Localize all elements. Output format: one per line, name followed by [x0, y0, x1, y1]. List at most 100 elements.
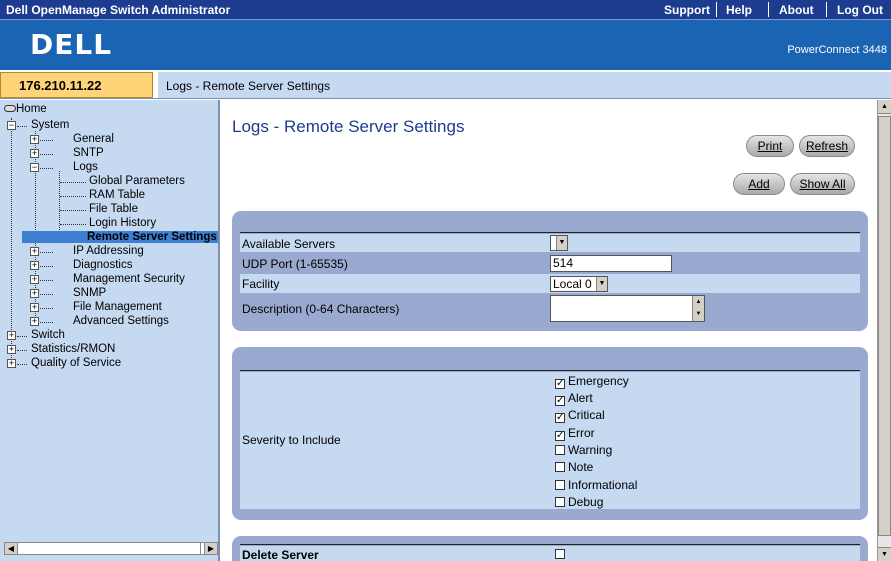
tree-item-management-security[interactable]: Management Security — [73, 273, 185, 285]
tree-item-quality-of-service[interactable]: Quality of Service — [31, 357, 121, 369]
tree-item-ram-table[interactable]: RAM Table — [89, 189, 145, 201]
expand-icon[interactable]: + — [30, 303, 39, 312]
expand-icon[interactable]: + — [30, 275, 39, 284]
severity-alert[interactable]: ✓ Alert — [555, 391, 593, 406]
textarea-scrollbar[interactable]: ▲ ▼ — [692, 296, 704, 321]
tree-line — [40, 168, 53, 169]
tree-item-diagnostics[interactable]: Diagnostics — [73, 259, 132, 271]
scroll-down-icon[interactable]: ▼ — [878, 547, 891, 561]
top-bar: Dell OpenManage Switch Administrator Sup… — [0, 0, 891, 19]
dropdown-arrow-icon: ▼ — [556, 236, 567, 250]
tree-item-logs[interactable]: Logs — [73, 161, 98, 173]
description-row: Description (0-64 Characters) ▲ ▼ — [240, 294, 860, 322]
tree-item-advanced-settings[interactable]: Advanced Settings — [73, 315, 169, 327]
tree-item-sntp[interactable]: SNTP — [73, 147, 104, 159]
support-link[interactable]: Support — [664, 3, 710, 17]
tree-item-file-table[interactable]: File Table — [89, 203, 138, 215]
breadcrumb-text: Logs - Remote Server Settings — [166, 79, 331, 93]
tree-item-home[interactable]: Home — [4, 103, 47, 115]
help-link[interactable]: Help — [726, 3, 752, 17]
tree-item-login-history[interactable]: Login History — [89, 217, 156, 229]
severity-note[interactable]: Note — [555, 460, 593, 474]
available-servers-label: Available Servers — [242, 237, 336, 251]
severity-debug[interactable]: Debug — [555, 495, 603, 509]
ip-address: 176.210.11.22 — [19, 78, 102, 93]
expand-icon[interactable]: + — [30, 135, 39, 144]
checkbox[interactable]: ✓ — [555, 396, 565, 406]
print-button[interactable]: Print — [746, 135, 794, 157]
collapse-icon[interactable]: − — [30, 163, 39, 172]
severity-error[interactable]: ✓ Error — [555, 426, 595, 441]
tree-horizontal-scrollbar[interactable]: ◀ ▶ — [4, 542, 218, 555]
tree-item-switch[interactable]: Switch — [31, 329, 65, 341]
checkbox[interactable]: ✓ — [555, 431, 565, 441]
page-title: Logs - Remote Server Settings — [232, 117, 465, 136]
checkbox[interactable] — [555, 445, 565, 455]
checkbox[interactable] — [555, 480, 565, 490]
facility-row: Facility Local 0 ▼ — [240, 274, 860, 293]
scroll-thumb[interactable] — [878, 116, 891, 536]
checkbox[interactable]: ✓ — [555, 379, 565, 389]
banner: DELL PowerConnect 3448 — [0, 19, 891, 70]
logout-link[interactable]: Log Out — [837, 3, 883, 17]
separator — [716, 2, 717, 17]
tree-item-ip-addressing[interactable]: IP Addressing — [73, 245, 144, 257]
facility-select[interactable]: Local 0 ▼ — [550, 276, 608, 292]
scroll-down-icon[interactable]: ▼ — [693, 308, 704, 320]
divider — [240, 544, 860, 545]
expand-icon[interactable]: + — [7, 359, 16, 368]
tree-item-general[interactable]: General — [73, 133, 114, 145]
tree-line — [17, 336, 27, 337]
tree-item-system[interactable]: System — [31, 119, 69, 131]
delete-server-label: Delete Server — [242, 548, 319, 561]
tree-line — [60, 182, 86, 183]
about-link[interactable]: About — [779, 3, 814, 17]
expand-icon[interactable]: + — [7, 331, 16, 340]
checkbox[interactable] — [555, 497, 565, 507]
severity-warning[interactable]: Warning — [555, 443, 612, 457]
severity-emergency[interactable]: ✓ Emergency — [555, 374, 629, 389]
checkbox[interactable] — [555, 462, 565, 472]
expand-icon[interactable]: + — [30, 149, 39, 158]
description-textarea[interactable] — [550, 295, 705, 322]
scroll-left-icon[interactable]: ◀ — [5, 543, 18, 554]
tree-item-snmp[interactable]: SNMP — [73, 287, 106, 299]
separator — [768, 2, 769, 17]
tree-item-remote-server-settings[interactable]: Remote Server Settings — [22, 231, 218, 243]
tree-item-file-management[interactable]: File Management — [73, 301, 162, 313]
checkbox[interactable]: ✓ — [555, 413, 565, 423]
expand-icon[interactable]: + — [30, 261, 39, 270]
tree-item-global-parameters[interactable]: Global Parameters — [89, 175, 185, 187]
server-settings-panel: Available Servers ▼ UDP Port (1-65535) 5… — [232, 211, 868, 331]
udp-port-input[interactable]: 514 — [550, 255, 672, 272]
udp-port-row: UDP Port (1-65535) 514 — [240, 254, 860, 273]
scroll-up-icon[interactable]: ▲ — [878, 100, 891, 114]
expand-icon[interactable]: + — [30, 247, 39, 256]
expand-icon[interactable]: + — [30, 317, 39, 326]
scroll-up-icon[interactable]: ▲ — [693, 296, 704, 308]
available-servers-select[interactable]: ▼ — [550, 235, 568, 251]
severity-informational[interactable]: Informational — [555, 478, 637, 492]
expand-icon[interactable]: + — [30, 289, 39, 298]
tree-line — [40, 154, 53, 155]
dropdown-arrow-icon: ▼ — [596, 277, 607, 291]
severity-panel: Severity to Include ✓ Emergency ✓ Alert ✓ C… — [232, 347, 868, 520]
main-vertical-scrollbar[interactable]: ▲ ▼ — [877, 100, 891, 561]
delete-server-checkbox[interactable] — [555, 547, 568, 561]
tree-item-statistics-rmon[interactable]: Statistics/RMON — [31, 343, 115, 355]
tree-line — [60, 224, 86, 225]
refresh-button[interactable]: Refresh — [799, 135, 855, 157]
collapse-icon[interactable]: − — [7, 121, 16, 130]
expand-icon[interactable]: + — [7, 345, 16, 354]
tree-line — [17, 350, 27, 351]
show-all-button[interactable]: Show All — [790, 173, 855, 195]
severity-row: Severity to Include ✓ Emergency ✓ Alert ✓ C… — [240, 372, 860, 509]
scroll-right-icon[interactable]: ▶ — [204, 543, 217, 554]
checkbox[interactable] — [555, 549, 565, 559]
add-button[interactable]: Add — [733, 173, 785, 195]
info-bar: 176.210.11.22 Logs - Remote Server Setti… — [0, 70, 891, 99]
severity-critical[interactable]: ✓ Critical — [555, 408, 605, 423]
udp-port-label: UDP Port (1-65535) — [242, 257, 348, 271]
severity-label: Severity to Include — [242, 433, 341, 447]
scroll-thumb[interactable] — [19, 543, 201, 554]
